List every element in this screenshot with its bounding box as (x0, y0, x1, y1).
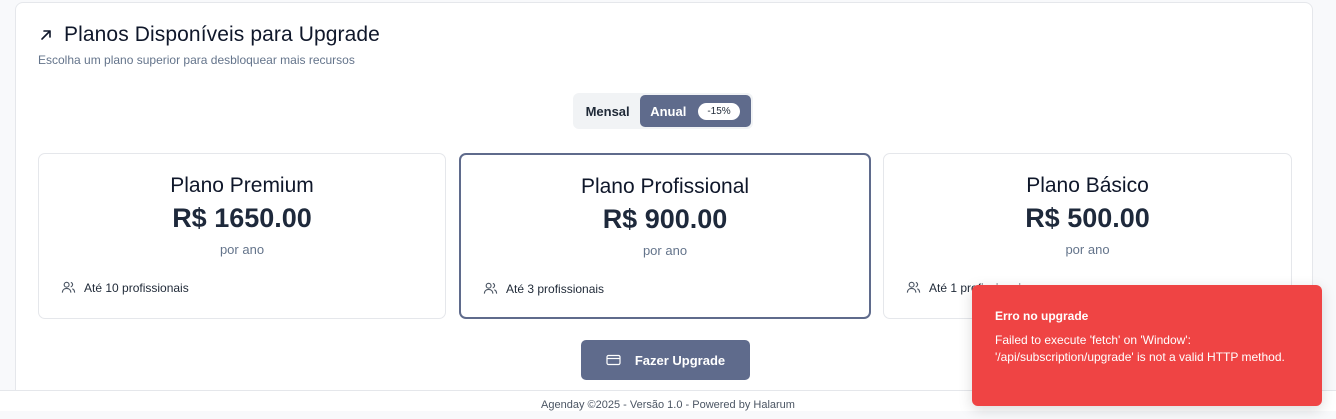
plan-feature-label: Até 3 profissionais (506, 281, 605, 296)
billing-period-toggle: Mensal Anual -15% (573, 93, 753, 129)
error-toast[interactable]: Erro no upgrade Failed to execute 'fetch… (972, 285, 1322, 406)
upgrade-button[interactable]: Fazer Upgrade (581, 340, 750, 380)
users-icon (61, 280, 76, 295)
toggle-anual[interactable]: Anual -15% (640, 95, 751, 127)
plan-name: Plano Premium (170, 174, 314, 197)
arrow-up-right-icon (38, 27, 54, 43)
plan-price: R$ 1650.00 (172, 203, 312, 233)
plan-feature-label: Até 10 profissionais (84, 280, 189, 295)
plan-card-premium[interactable]: Plano Premium R$ 1650.00 por ano Até 10 … (38, 153, 446, 319)
toggle-mensal[interactable]: Mensal (575, 95, 640, 127)
plan-price: R$ 900.00 (602, 204, 728, 234)
plan-name: Plano Básico (1026, 174, 1149, 197)
page-title: Planos Disponíveis para Upgrade (64, 23, 380, 46)
plan-period: por ano (642, 243, 688, 258)
plan-period: por ano (1065, 242, 1110, 257)
plan-price: R$ 500.00 (1025, 203, 1150, 233)
users-icon (483, 281, 498, 296)
panel-header: Planos Disponíveis para Upgrade Escolha … (38, 23, 380, 67)
toast-title: Erro no upgrade (995, 309, 1089, 323)
footer-text: Agenday ©2025 - Versão 1.0 - Powered by … (541, 399, 795, 411)
toast-message: Failed to execute 'fetch' on 'Window': '… (995, 333, 1285, 364)
plan-name: Plano Profissional (580, 175, 750, 198)
page-subtitle: Escolha um plano superior para desbloque… (38, 53, 355, 67)
users-icon (906, 280, 921, 295)
toggle-anual-label: Anual (650, 103, 687, 119)
plan-feature: Até 10 profissionais (61, 280, 189, 295)
plan-period: por ano (219, 242, 265, 257)
plan-card-profissional[interactable]: Plano Profissional R$ 900.00 por ano Até… (459, 153, 871, 319)
plan-feature: Até 3 profissionais (483, 281, 604, 296)
credit-card-icon (606, 354, 621, 366)
upgrade-button-label: Fazer Upgrade (634, 352, 726, 368)
discount-badge: -15% (698, 102, 740, 120)
